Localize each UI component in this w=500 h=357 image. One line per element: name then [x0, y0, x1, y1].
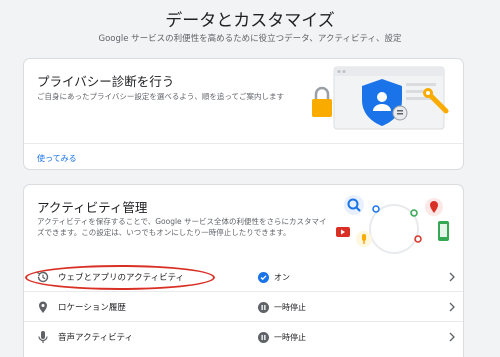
check-circle-icon	[258, 271, 269, 283]
status-badge: 一時停止	[258, 330, 306, 344]
youtube-icon	[336, 227, 350, 237]
privacy-card-divider	[24, 143, 463, 144]
activity-illustration	[336, 195, 449, 254]
search-icon	[344, 195, 364, 215]
activity-row-web-app[interactable]: ウェブとアプリのアクティビティ オン	[24, 263, 463, 291]
activity-row-voice-audio[interactable]: 音声アクティビティ 一時停止	[24, 323, 463, 351]
status-label: オン	[274, 272, 290, 282]
activity-row-label: ウェブとアプリのアクティビティ	[58, 273, 185, 283]
microphone-icon	[38, 331, 48, 343]
padlock-icon	[312, 86, 332, 117]
row-divider	[24, 291, 463, 292]
page-subtitle: Google サービスの利便性を高めるために役立つデータ、アクティビティ、設定	[98, 34, 402, 44]
status-badge: 一時停止	[258, 300, 306, 314]
chevron-right-icon	[449, 272, 455, 282]
activity-card-title: アクティビティ管理	[37, 200, 148, 215]
row-divider	[24, 321, 463, 322]
activity-card-description: アクティビティを保存することで、Google サービス全体の利便性をさらにカスタ…	[37, 217, 327, 237]
chevron-right-icon	[449, 332, 455, 342]
status-label: 一時停止	[274, 332, 306, 342]
status-badge: オン	[258, 270, 290, 284]
window-dot-icon	[337, 70, 341, 73]
microphone-icon	[356, 231, 372, 247]
window-dot-icon	[342, 70, 346, 73]
map-pin-icon	[425, 198, 443, 216]
activity-row-label: ロケーション履歴	[58, 303, 126, 313]
activity-controls-card: アクティビティ管理 アクティビティを保存することで、Google サービス全体の…	[23, 184, 464, 357]
activity-row-location-history[interactable]: ロケーション履歴 一時停止	[24, 293, 463, 321]
privacy-card-title: プライバシー診断を行う	[37, 74, 175, 89]
privacy-card-description: ご自身にあったプライバシー設定を選べるよう、順を追ってご案内します	[37, 92, 284, 101]
pause-circle-icon	[258, 301, 269, 313]
location-pin-icon	[39, 301, 47, 313]
chevron-right-icon	[449, 302, 455, 312]
privacy-checkup-card: プライバシー診断を行う ご自身にあったプライバシー設定を選べるよう、順を追ってご…	[23, 58, 464, 170]
status-label: 一時停止	[274, 302, 306, 312]
phone-icon	[438, 221, 449, 241]
activity-row-label: 音声アクティビティ	[58, 333, 134, 343]
pause-circle-icon	[258, 331, 269, 343]
privacy-checkup-link[interactable]: 使ってみる	[37, 153, 77, 164]
page-title: データとカスタマイズ	[165, 11, 335, 31]
history-icon	[36, 271, 49, 283]
privacy-illustration	[312, 66, 449, 130]
